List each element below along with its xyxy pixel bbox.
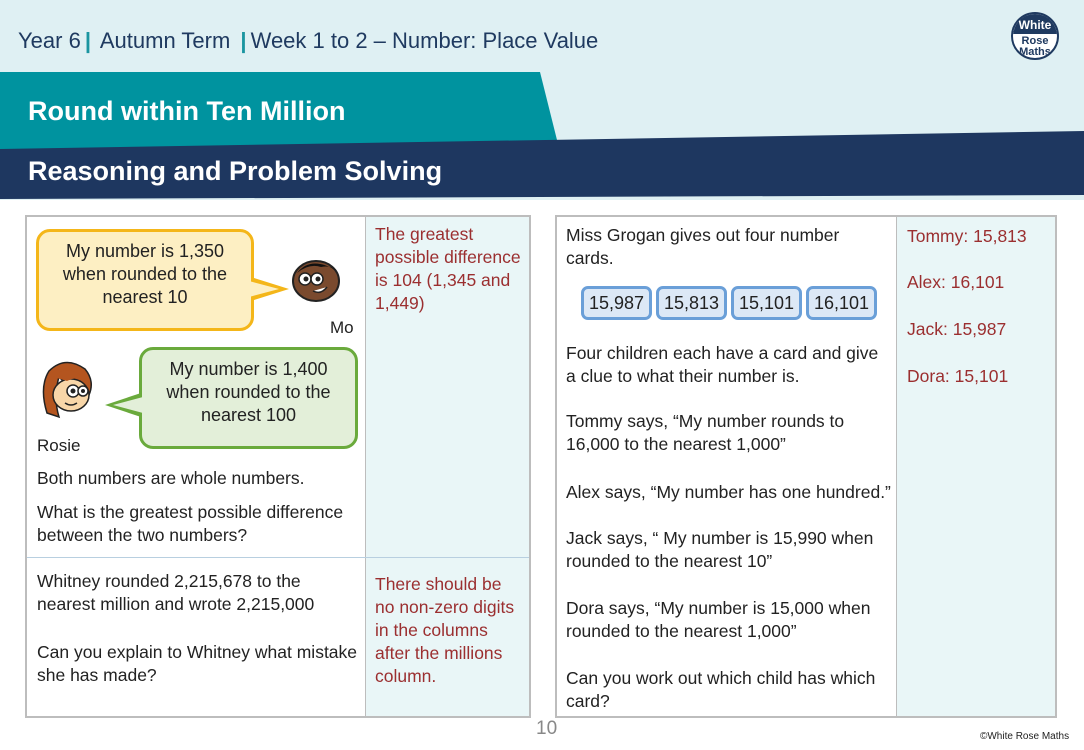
q3-question: Can you work out which child has which c… <box>566 668 876 711</box>
breadcrumb-term: Autumn Term <box>99 28 231 53</box>
speech-bubble-tail-fill <box>249 281 279 297</box>
number-card: 15,987 <box>581 286 652 320</box>
page-number: 10 <box>536 718 558 739</box>
page-subtitle: Reasoning and Problem Solving <box>28 156 443 186</box>
rosie-name: Rosie <box>37 436 81 455</box>
left-question-panel: My number is 1,350 when rounded to the n… <box>25 215 531 718</box>
number-cards: 15,987 15,813 15,101 16,101 <box>581 286 877 320</box>
number-card: 16,101 <box>806 286 877 320</box>
bubble-line: nearest 10 <box>102 287 188 307</box>
q2-question: Can you explain to Whitney what mistake … <box>37 642 358 685</box>
copyright: ©White Rose Maths <box>980 731 1070 742</box>
breadcrumb-separator: | <box>240 28 247 53</box>
logo-line1: White <box>1013 14 1057 34</box>
bubble-line: My number is 1,400 <box>169 359 328 379</box>
clue-jack: Jack says, “ My number is 15,990 when ro… <box>566 528 874 571</box>
q3-intro: Miss Grogan gives out four number cards. <box>566 225 840 268</box>
q2-text: Whitney rounded 2,215,678 to the nearest… <box>37 571 315 614</box>
answer-jack: Jack: 15,987 <box>907 319 1007 339</box>
bubble-line: nearest 100 <box>200 405 297 425</box>
clue-dora: Dora says, “My number is 15,000 when rou… <box>566 598 871 641</box>
answer-alex: Alex: 16,101 <box>907 272 1005 292</box>
clue-alex: Alex says, “My number has one hundred.” <box>566 482 891 502</box>
breadcrumb-separator: | <box>84 28 91 53</box>
q1-question: What is the greatest possible difference… <box>37 502 344 545</box>
rosie-speech-bubble: My number is 1,400 when rounded to the n… <box>139 347 358 449</box>
breadcrumb: Year 6 | Autumn Term | Week 1 to 2 – Numbe… <box>18 28 598 54</box>
mo-speech-bubble: My number is 1,350 when rounded to the n… <box>36 229 254 331</box>
white-rose-maths-logo: White Rose Maths <box>1011 12 1059 60</box>
q1-answer: The greatest possible difference is 104 … <box>375 224 521 313</box>
breadcrumb-week: Week 1 to 2 – Number: Place Value <box>250 28 599 53</box>
clue-tommy: Tommy says, “My number rounds to 16,000 … <box>566 411 845 454</box>
answer-tommy: Tommy: 15,813 <box>907 226 1027 246</box>
speech-bubble-tail-fill <box>113 397 143 413</box>
right-question-panel: Miss Grogan gives out four number cards.… <box>555 215 1057 718</box>
number-card: 15,101 <box>731 286 802 320</box>
row-divider <box>27 557 529 558</box>
bubble-line: when rounded to the <box>166 382 331 402</box>
bubble-line: My number is 1,350 <box>65 241 225 261</box>
mo-name: Mo <box>330 318 354 337</box>
q3-clue-intro: Four children each have a card and give … <box>566 343 879 386</box>
q2-answer: There should be no non-zero digits in th… <box>375 574 515 686</box>
answer-dora: Dora: 15,101 <box>907 366 1009 386</box>
page-title: Round within Ten Million <box>28 96 346 126</box>
q1-text-whole-numbers: Both numbers are whole numbers. <box>37 468 305 488</box>
rosie-avatar-icon <box>42 361 92 419</box>
number-card: 15,813 <box>656 286 727 320</box>
breadcrumb-year: Year 6 <box>18 28 81 53</box>
mo-avatar-icon <box>292 260 340 302</box>
bubble-line: when rounded to the <box>62 264 228 284</box>
